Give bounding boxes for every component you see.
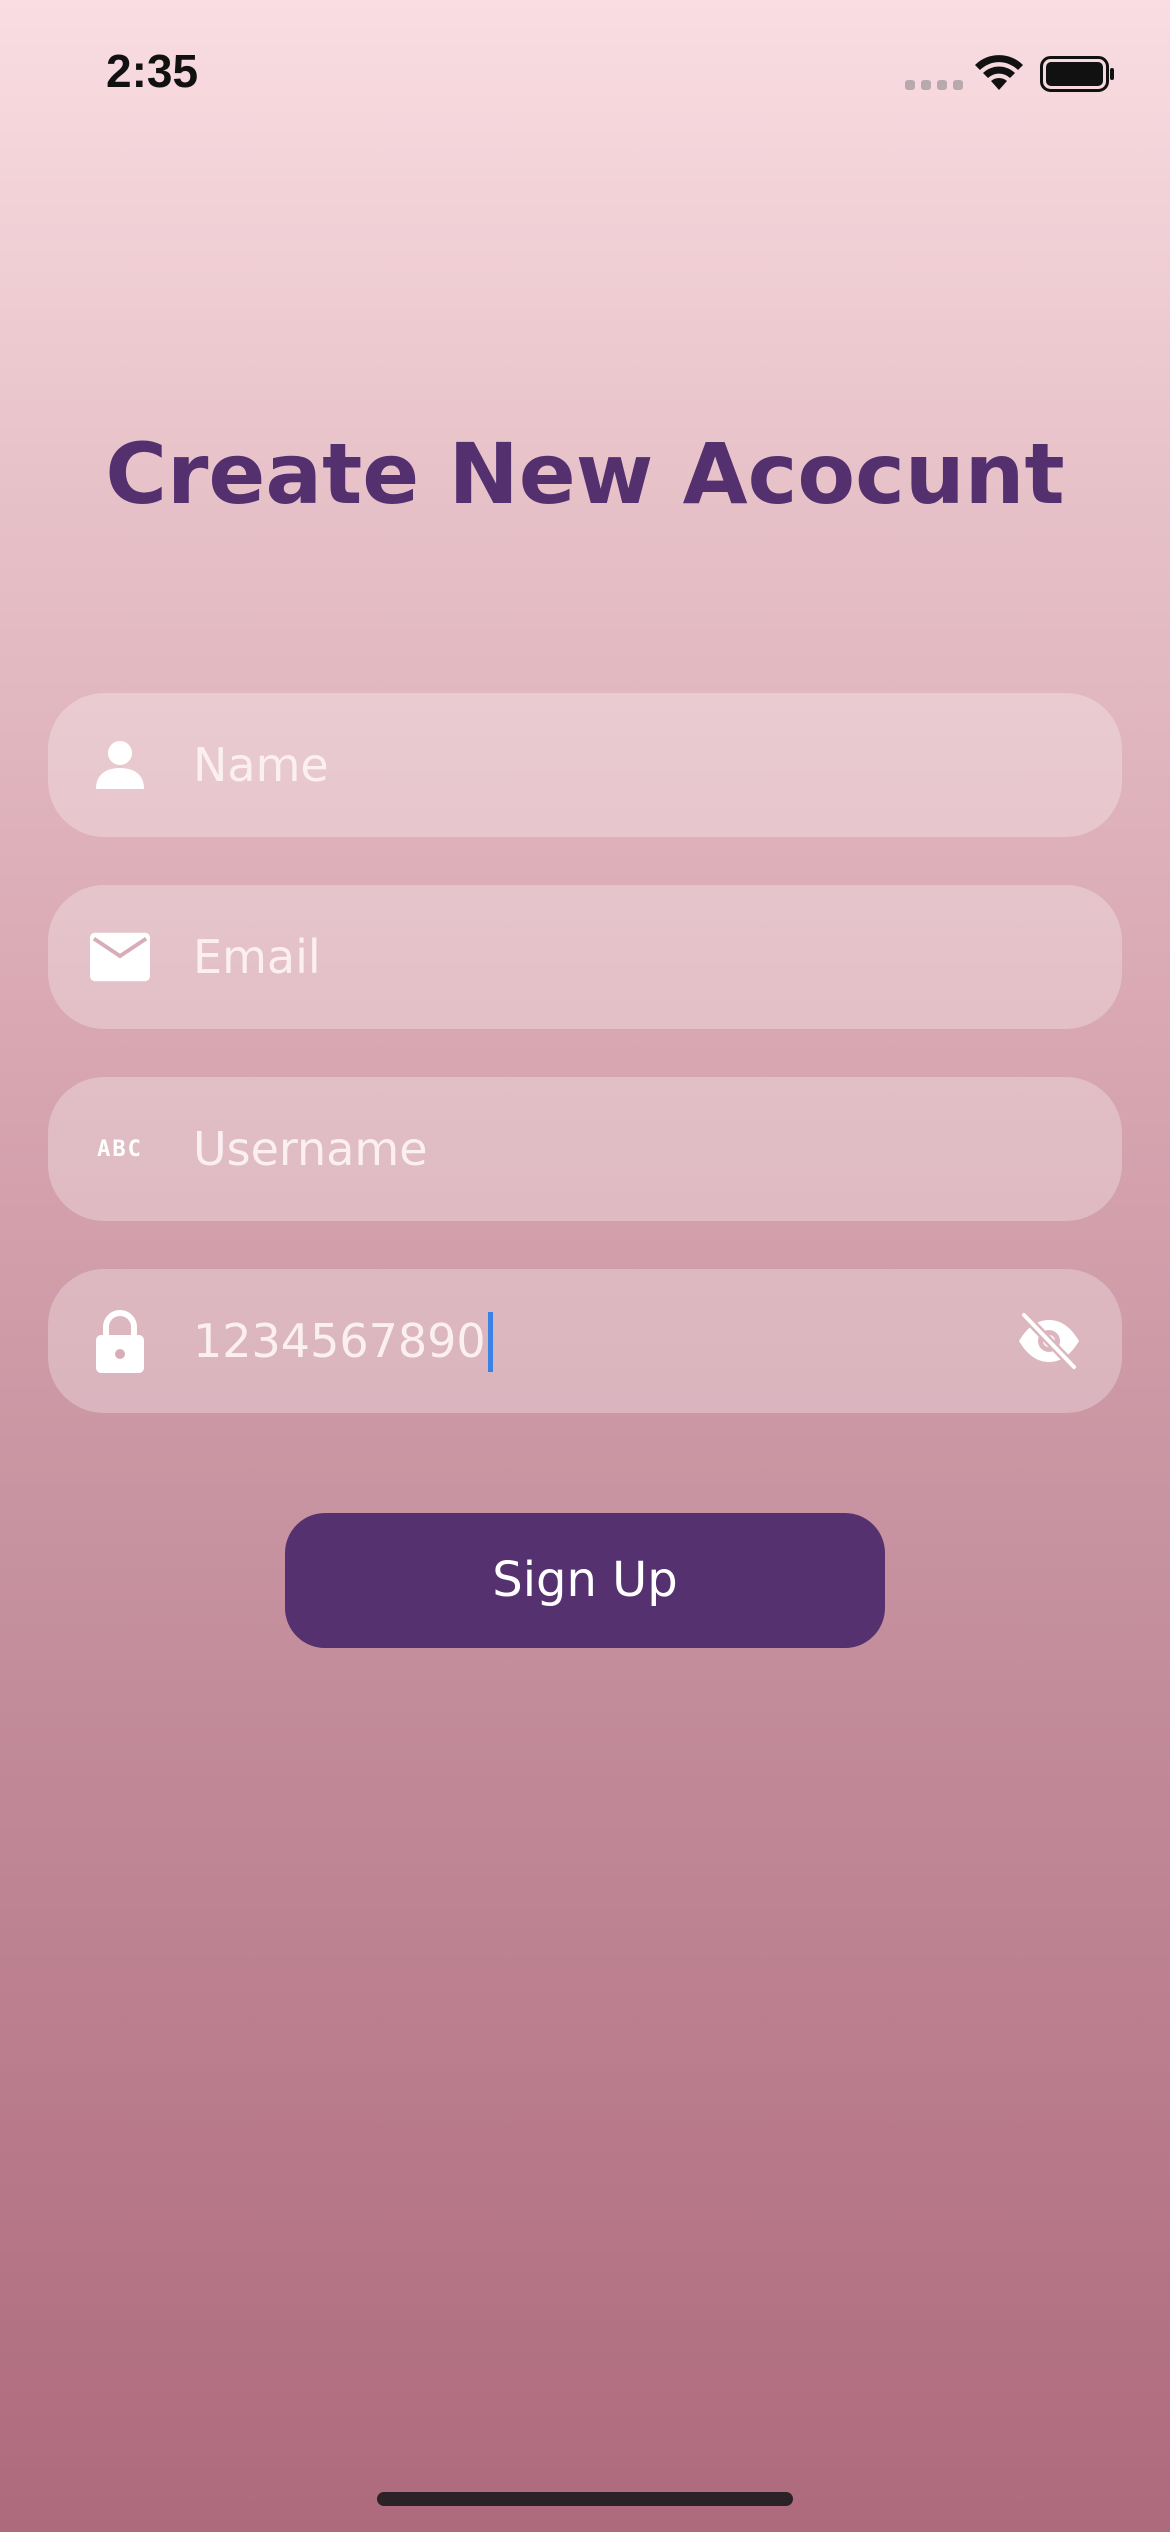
status-bar: 2:35	[0, 0, 1170, 150]
email-input[interactable]: Email	[193, 885, 321, 1029]
lock-icon	[90, 1310, 150, 1373]
text-cursor	[487, 1311, 493, 1372]
password-field[interactable]: 1234567890	[48, 1269, 1122, 1413]
mail-icon	[90, 927, 150, 987]
email-field[interactable]: Email	[48, 885, 1122, 1029]
person-icon	[90, 735, 150, 795]
page-title: Create New Acocunt	[105, 425, 1065, 523]
status-time: 2:35	[106, 45, 199, 97]
abc-icon-text: ABC	[97, 1136, 143, 1162]
username-input[interactable]: Username	[193, 1077, 428, 1221]
home-indicator[interactable]	[377, 2492, 793, 2506]
cellular-signal-icon	[905, 80, 963, 90]
name-field[interactable]: Name	[48, 693, 1122, 837]
wifi-icon	[975, 55, 1023, 90]
eye-off-icon[interactable]	[1016, 1311, 1082, 1371]
signup-button[interactable]: Sign Up	[285, 1513, 885, 1648]
name-input[interactable]: Name	[193, 693, 329, 837]
battery-icon	[1040, 56, 1114, 92]
password-input[interactable]: 1234567890	[193, 1269, 493, 1413]
abc-icon: ABC	[90, 1119, 150, 1179]
username-field[interactable]: ABC Username	[48, 1077, 1122, 1221]
password-value: 1234567890	[193, 1314, 486, 1368]
